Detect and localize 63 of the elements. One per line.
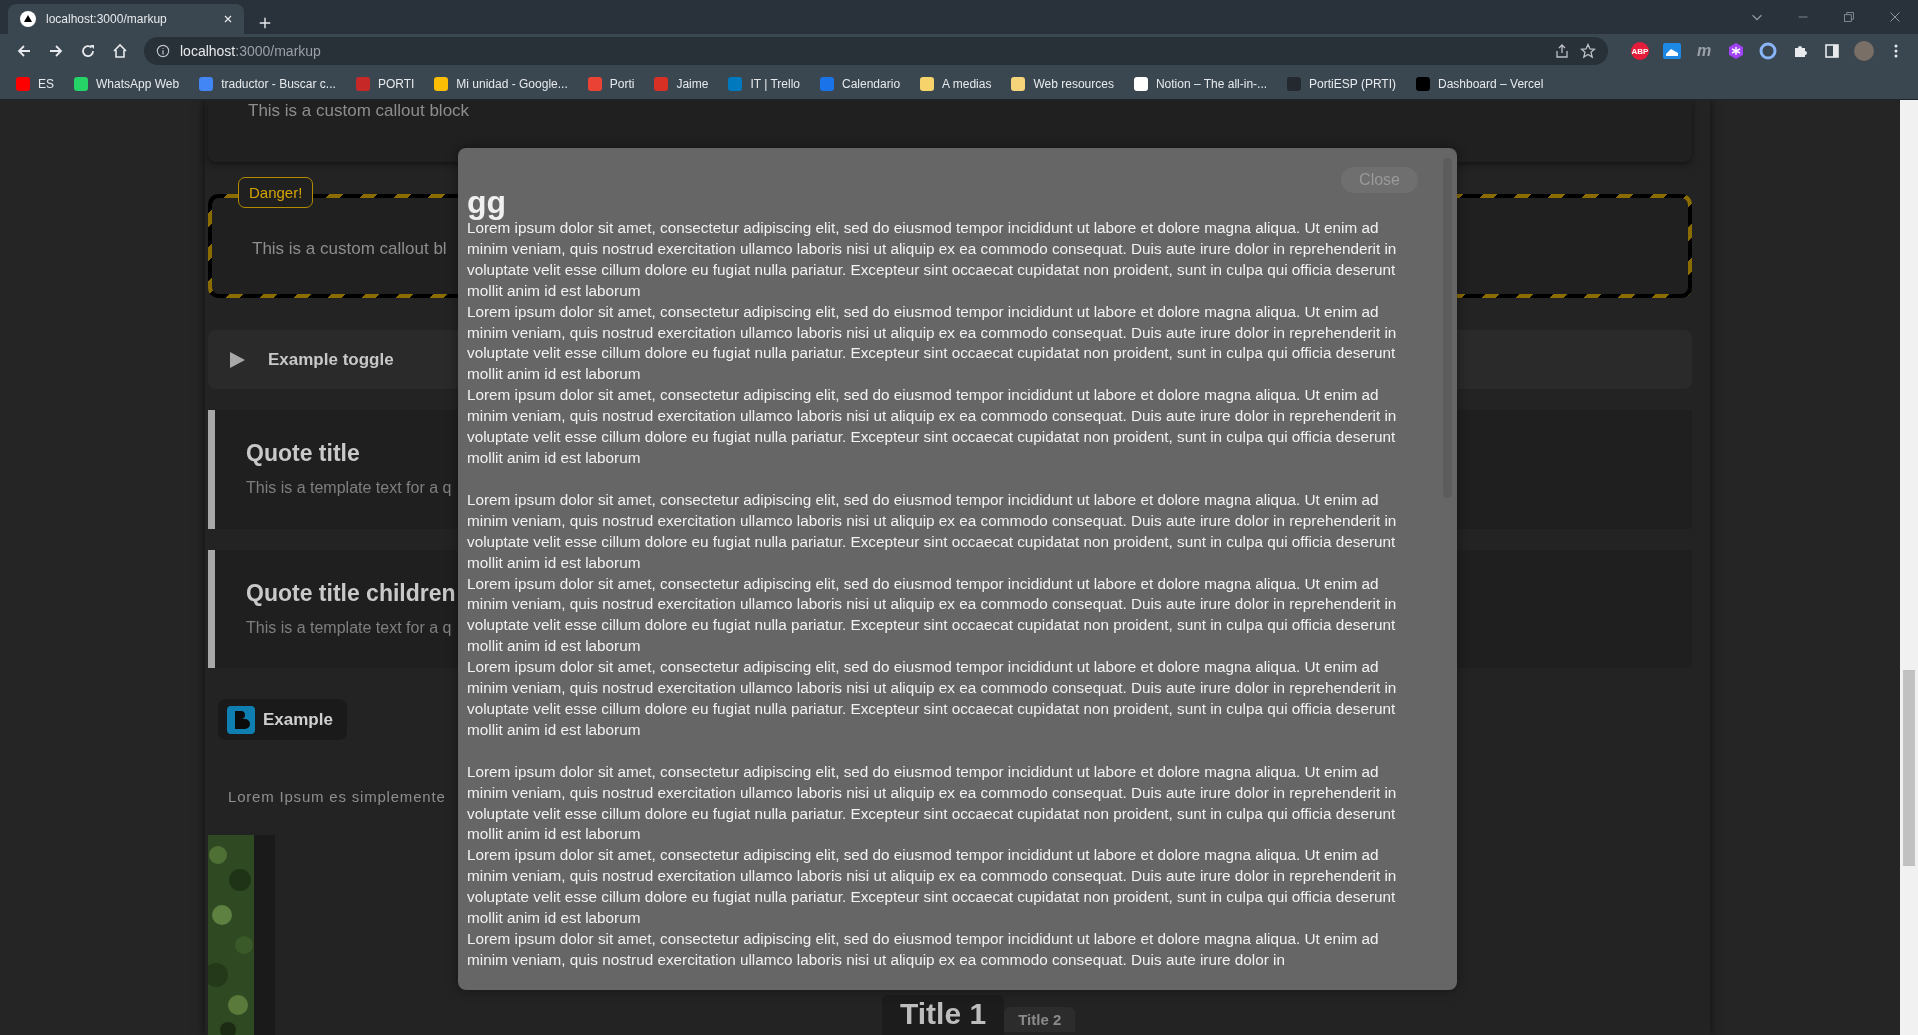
title-tab[interactable]: Title 1 <box>882 994 1005 1035</box>
bookmark[interactable]: Mi unidad - Google... <box>426 72 576 95</box>
quote-text: This is a template text for a q <box>246 479 452 498</box>
b-logo-icon <box>227 705 255 734</box>
reload-icon <box>80 43 96 59</box>
extension-icon[interactable] <box>1663 43 1681 59</box>
extension-badge[interactable]: ABP <box>1631 42 1649 60</box>
bookmark[interactable]: Notion – The all-in-... <box>1125 72 1276 95</box>
modal-paragraph: Lorem ipsum dolor sit amet, consectetur adipiscing elit, sed do eiusmod tempor incididunt ut labore et dolore magna aliqua. Ut enim ad minim veniam, quis nostrud exercitation ullamco laboris nisi ut aliquip ex ea commodo consequat. Duis aute irure dolor in reprehenderit in voluptate velit esse cillum dolore eu fugiat nulla pariatur. Excepteur sint occaecat cupidatat non proident, sunt in culpa qui officia deserunt mollit anim id est laborum <box>467 657 1398 740</box>
forward-arrow-icon <box>48 43 64 59</box>
quote-title: Quote title <box>246 440 360 468</box>
back-arrow-icon <box>16 43 32 59</box>
info-icon <box>156 44 170 58</box>
quote-text: This is a template text for a q <box>246 619 452 637</box>
triangle-logo-icon <box>20 11 36 27</box>
bookmark[interactable]: PortiESP (PRTI) <box>1279 72 1404 95</box>
modal-title: gg <box>467 186 508 218</box>
bookmark[interactable]: Web resources <box>1003 72 1122 95</box>
title-tab[interactable]: Title 2 <box>1004 1006 1076 1032</box>
bookmark[interactable]: traductor - Buscar c... <box>191 72 344 95</box>
close-icon <box>222 13 234 25</box>
avatar-icon <box>1854 41 1874 61</box>
hexagon-icon[interactable] <box>1727 42 1745 60</box>
example-button[interactable]: Example <box>218 699 347 740</box>
share-icon <box>1554 43 1570 59</box>
browser-tab[interactable]: localhost:3000/markup <box>8 4 244 34</box>
puzzle-icon <box>1792 43 1808 59</box>
scrollbar-thumb[interactable] <box>1903 670 1915 866</box>
bookmark[interactable]: PORTI <box>347 72 423 95</box>
modal-paragraph: Lorem ipsum dolor sit amet, consectetur adipiscing elit, sed do eiusmod tempor incididunt ut labore et dolore magna aliqua. Ut enim ad minim veniam, quis nostrud exercitation ullamco laboris nisi ut aliquip ex ea commodo consequat. Duis aute irure dolor in reprehenderit in voluptate velit esse cillum dolore eu fugiat nulla pariatur. Excepteur sint occaecat cupidatat non proident, sunt in culpa qui officia deserunt mollit anim id est laborum <box>467 573 1398 657</box>
quote-title: Quote title children <box>246 580 456 607</box>
bookmark[interactable]: Jaime <box>646 72 717 95</box>
triangle-right-icon <box>228 350 246 369</box>
scrollbar[interactable] <box>1900 100 1918 1035</box>
star-icon <box>1580 43 1596 59</box>
url-text: localhost:3000/markup <box>180 43 321 59</box>
modal-paragraph: Lorem ipsum dolor sit amet, consectetur adipiscing elit, sed do eiusmod tempor incididunt ut labore et dolore magna aliqua. Ut enim ad minim veniam, quis nostrud exercitation ullamco laboris nisi ut aliquip ex ea commodo consequat. Duis aute irure dolor in reprehenderit in voluptate velit esse cillum dolore eu fugiat nulla pariatur. Excepteur sint occaecat cupidatat non proident, sunt in culpa qui officia deserunt mollit anim id est laborum <box>467 301 1398 385</box>
bookmark[interactable]: A medias <box>912 72 1000 95</box>
bookmark[interactable]: Porti <box>579 72 643 95</box>
close-icon <box>1889 11 1901 23</box>
tab-title: localhost:3000/markup <box>46 12 168 26</box>
paragraph: Lorem Ipsum es simplemente <box>228 787 446 805</box>
modal-paragraph: Lorem ipsum dolor sit amet, consectetur adipiscing elit, sed do eiusmod tempor incididunt ut labore et dolore magna aliqua. Ut enim ad minim veniam, quis nostrud exercitation ullamco laboris nisi ut aliquip ex ea commodo consequat. Duis aute irure dolor in reprehenderit in voluptate velit esse cillum dolore eu fugiat nulla pariatur. Excepteur sint occaecat cupidatat non proident, sunt in culpa qui officia deserunt mollit anim id est laborum <box>467 219 1398 301</box>
callout-text: This is a custom callout block <box>248 100 470 122</box>
bookmark[interactable]: IT | Trello <box>720 72 808 95</box>
modal-paragraph: Lorem ipsum dolor sit amet, consectetur adipiscing elit, sed do eiusmod tempor incididunt ut labore et dolore magna aliqua. Ut enim ad minim veniam, quis nostrud exercitation ullamco laboris nisi ut aliquip ex ea commodo consequat. Duis aute irure dolor in reprehenderit in voluptate velit esse cillum dolore eu fugiat nulla pariatur. Excepteur sint occaecat cupidatat non proident, sunt in culpa qui officia deserunt mollit anim id est laborum <box>467 761 1398 845</box>
plus-icon <box>258 16 272 30</box>
modal-paragraph: Lorem ipsum dolor sit amet, consectetur adipiscing elit, sed do eiusmod tempor incididunt ut labore et dolore magna aliqua. Ut enim ad minim veniam, quis nostrud exercitation ullamco laboris nisi ut aliquip ex ea commodo consequat. Duis aute irure dolor in reprehenderit in voluptate velit esse cillum dolore eu fugiat nulla pariatur. Excepteur sint occaecat cupidatat non proident, sunt in culpa qui officia deserunt mollit anim id est laborum <box>467 489 1398 573</box>
danger-badge: Danger! <box>238 177 314 209</box>
bookmark[interactable]: Calendario <box>812 72 909 95</box>
restore-icon <box>1843 11 1855 23</box>
modal-paragraph: Lorem ipsum dolor sit amet, consectetur adipiscing elit, sed do eiusmod tempor incididunt ut labore et dolore magna aliqua. Ut enim ad minim veniam, quis nostrud exercitation ullamco laboris nisi ut aliquip ex ea commodo consequat. Duis aute irure dolor in reprehenderit in voluptate velit esse cillum dolore eu fugiat nulla pariatur. Excepteur sint occaecat cupidatat non proident, sunt in culpa qui officia deserunt mollit anim id est laborum <box>467 385 1398 468</box>
modal-paragraph: Lorem ipsum dolor sit amet, consectetur adipiscing elit, sed do eiusmod tempor incididunt ut labore et dolore magna aliqua. Ut enim ad minim veniam, quis nostrud exercitation ullamco laboris nisi ut aliquip ex ea commodo consequat. Duis aute irure dolor in reprehenderit in voluptate velit esse cillum dolore eu fugiat nulla pariatur. Excepteur sint occaecat cupidatat non proident, sunt in culpa qui officia deserunt mollit anim id est laborum <box>467 845 1398 929</box>
address-bar[interactable]: localhost:3000/markup <box>144 37 1608 65</box>
bookmark[interactable]: ES <box>8 72 62 95</box>
ring-icon[interactable] <box>1759 42 1777 60</box>
bookmark[interactable]: Dashboard – Vercel <box>1408 72 1552 95</box>
home-icon <box>112 43 128 59</box>
modal-paragraph: Lorem ipsum dolor sit amet, consectetur adipiscing elit, sed do eiusmod tempor incididunt ut labore et dolore magna aliqua. Ut enim ad minim veniam, quis nostrud exercitation ullamco laboris nisi ut aliquip ex ea commodo consequat. Duis aute irure dolor in <box>467 929 1380 970</box>
bookmark[interactable]: WhatsApp Web <box>66 72 188 95</box>
side-panel-icon <box>1824 43 1840 59</box>
extension-letter[interactable]: m <box>1696 42 1712 60</box>
callout-text: This is a custom callout bl <box>252 238 447 261</box>
